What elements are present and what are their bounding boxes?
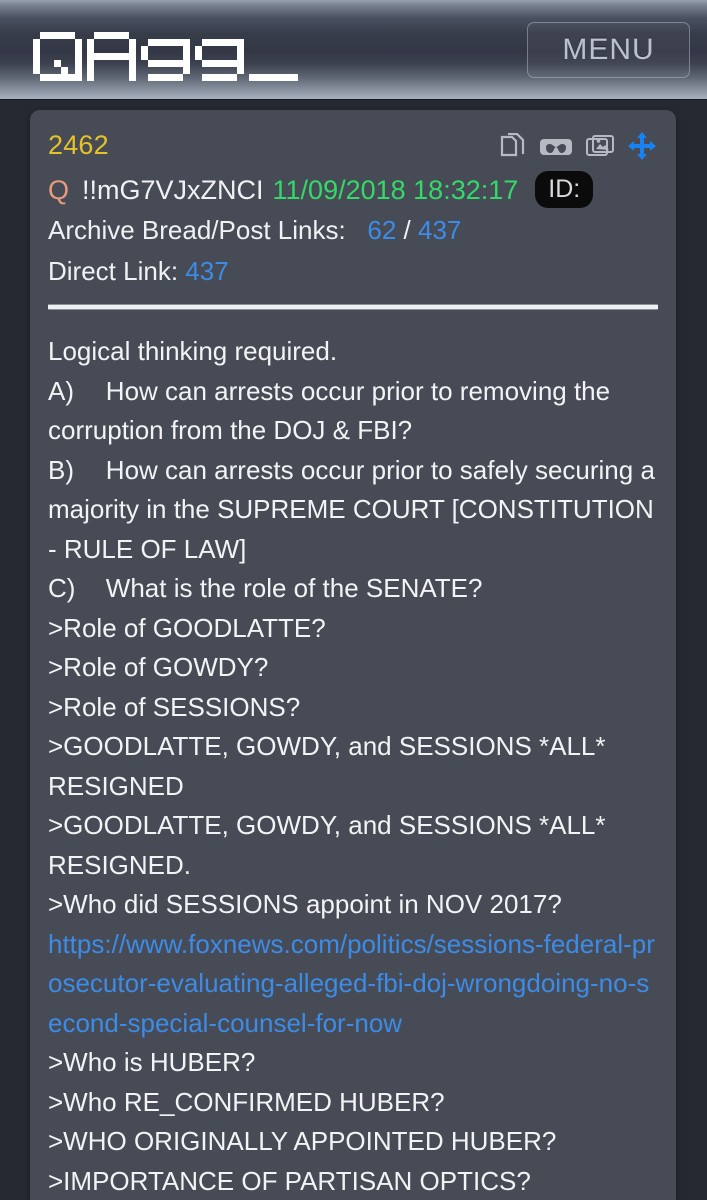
site-logo[interactable] [33, 23, 298, 81]
id-badge: ID: [535, 171, 594, 208]
post-body-line: >GOODLATTE, GOWDY, and SESSIONS *ALL* RE… [48, 810, 613, 880]
image-gallery-icon[interactable] [586, 134, 614, 160]
menu-button[interactable]: MENU [527, 21, 690, 78]
post-meta-row: 2462 [48, 130, 659, 162]
app-root: MENU 2462 Q !!mG7VJxZNCI 11/09/2018 18:3… [0, 0, 707, 1200]
tripcode: !!mG7VJxZNCI [82, 174, 264, 205]
post-number: 2462 [48, 130, 109, 160]
post-body-line: >Who did SESSIONS appoint in NOV 2017? [48, 889, 562, 919]
post-body-line: >WHO ORIGINALLY APPOINTED HUBER? [48, 1126, 557, 1156]
direct-link-line: Direct Link: 437 [48, 253, 659, 290]
post-timestamp: 11/09/2018 18:32:17 [272, 174, 519, 205]
post-body-line: B) How can arrests occur prior to safely… [48, 454, 663, 564]
copy-pages-icon[interactable] [500, 133, 526, 161]
post-card: 2462 Q !!mG7VJxZNCI 11/09/2018 18:32:17 … [30, 110, 676, 1200]
post-body-url[interactable]: https://www.foxnews.com/politics/session… [48, 925, 659, 1044]
logo-glyph-g2 [195, 32, 244, 81]
post-body-line: >Role of GOWDY? [48, 652, 269, 682]
post-body-line: >Who RE_CONFIRMED HUBER? [48, 1086, 445, 1117]
author-mark: Q [48, 174, 70, 205]
menu-button-label: MENU [562, 32, 655, 66]
archive-links-line: Archive Bread/Post Links: 62 / 437 [48, 212, 659, 249]
vr-goggles-icon[interactable] [539, 135, 573, 159]
post-body-line: >GOODLATTE, GOWDY, and SESSIONS *ALL* RE… [48, 731, 613, 801]
archive-links-label: Archive Bread/Post Links: [48, 215, 346, 245]
post-body-line: >Who is HUBER? [48, 1047, 256, 1077]
site-header: MENU [0, 0, 707, 100]
post-identity-line: Q !!mG7VJxZNCI 11/09/2018 18:32:17 ID: [48, 171, 659, 208]
post-body-line: >IMPORTANCE OF PARTISAN OPTICS? [48, 1165, 531, 1196]
post-body: Logical thinking required. A) How can arr… [30, 310, 676, 1200]
direct-link-label: Direct Link: [48, 256, 179, 286]
post-header: 2462 Q !!mG7VJxZNCI 11/09/2018 18:32:17 … [30, 130, 676, 290]
archive-bread-link[interactable]: 62 [367, 215, 396, 245]
post-action-icons [500, 132, 659, 162]
logo-glyph-u [249, 32, 298, 81]
post-body-line: >Role of GOODLATTE? [48, 612, 326, 643]
logo-glyph-A [87, 31, 136, 81]
post-body-line: >Role of SESSIONS? [48, 691, 301, 722]
archive-separator: / [403, 215, 411, 245]
post-body-line: A) How can arrests occur prior to removi… [48, 375, 618, 446]
direct-link[interactable]: 437 [185, 256, 228, 286]
post-body-line: Logical thinking required. [48, 336, 338, 366]
logo-glyph-Q [33, 31, 82, 81]
archive-post-link[interactable]: 437 [418, 215, 461, 245]
move-arrows-icon[interactable] [627, 132, 657, 162]
logo-glyph-g1 [141, 32, 190, 81]
post-body-line: C) What is the role of the SENATE? [48, 573, 483, 603]
